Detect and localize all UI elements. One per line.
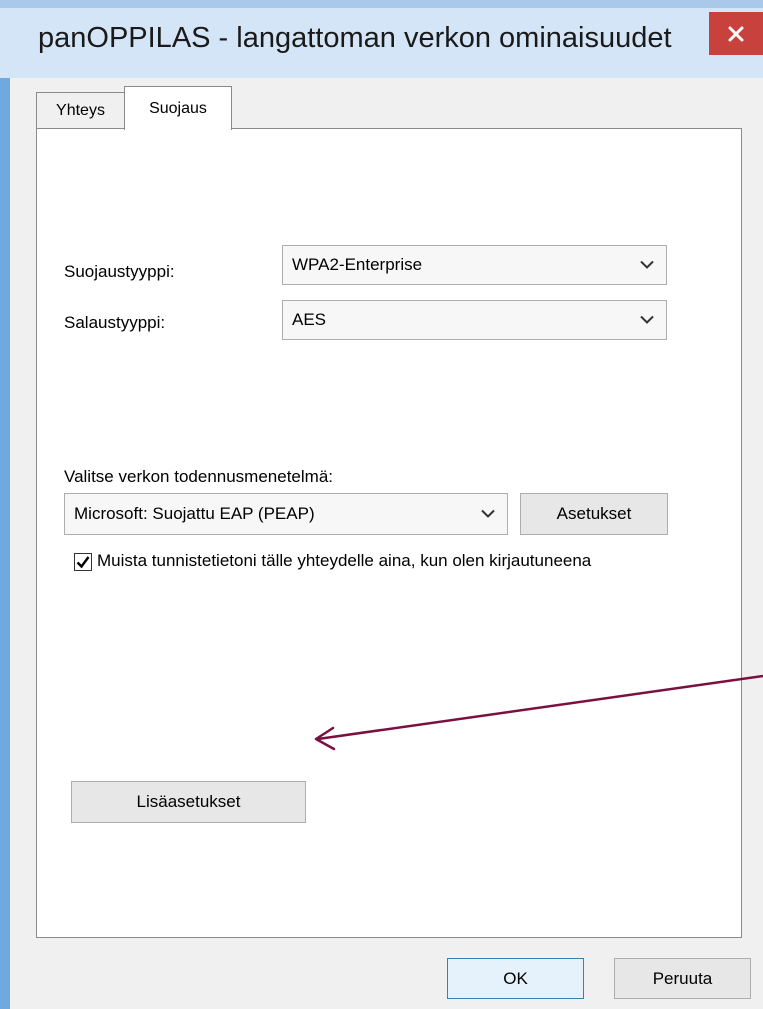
security-type-value: WPA2-Enterprise xyxy=(292,255,423,274)
security-type-select[interactable]: WPA2-Enterprise xyxy=(282,245,667,285)
encryption-type-select[interactable]: AES xyxy=(282,300,667,340)
chevron-down-icon xyxy=(640,315,654,324)
auth-method-label: Valitse verkon todennusmenetelmä: xyxy=(64,467,334,486)
chevron-down-icon xyxy=(481,509,495,518)
encryption-type-label: Salaustyyppi: xyxy=(64,313,166,332)
auth-method-select[interactable]: Microsoft: Suojattu EAP (PEAP) xyxy=(64,493,508,535)
encryption-type-value: AES xyxy=(292,310,327,329)
advanced-settings-button[interactable]: Lisäasetukset xyxy=(71,781,306,823)
cancel-button[interactable]: Peruuta xyxy=(614,958,751,999)
remember-credentials-text: Muista tunnistetietoni tälle yhteydelle … xyxy=(97,551,592,570)
remember-credentials-checkbox[interactable] xyxy=(74,553,92,571)
window-title: panOPPILAS - langattoman verkon ominaisu… xyxy=(38,22,672,54)
chevron-down-icon xyxy=(640,260,654,269)
tab-suojaus[interactable]: Suojaus xyxy=(124,86,232,130)
dialog-client-area: Yhteys Suojaus Suojaustyyppi: WPA2-Enter… xyxy=(10,78,763,1009)
dialog-window: panOPPILAS - langattoman verkon ominaisu… xyxy=(0,0,763,1009)
tab-yhteys[interactable]: Yhteys xyxy=(36,92,125,128)
title-bar-top-edge xyxy=(0,0,763,8)
auth-settings-button[interactable]: Asetukset xyxy=(520,493,668,535)
auth-method-value: Microsoft: Suojattu EAP (PEAP) xyxy=(74,504,315,523)
security-type-label: Suojaustyyppi: xyxy=(64,262,175,281)
ok-button[interactable]: OK xyxy=(447,958,584,999)
close-icon xyxy=(728,26,744,41)
tab-panel-suojaus: Suojaustyyppi: WPA2-Enterprise Salaustyy… xyxy=(36,128,742,938)
close-button[interactable] xyxy=(709,12,763,55)
window-left-border xyxy=(0,78,10,1009)
title-bar[interactable]: panOPPILAS - langattoman verkon ominaisu… xyxy=(0,0,763,78)
checkmark-icon xyxy=(76,556,90,569)
